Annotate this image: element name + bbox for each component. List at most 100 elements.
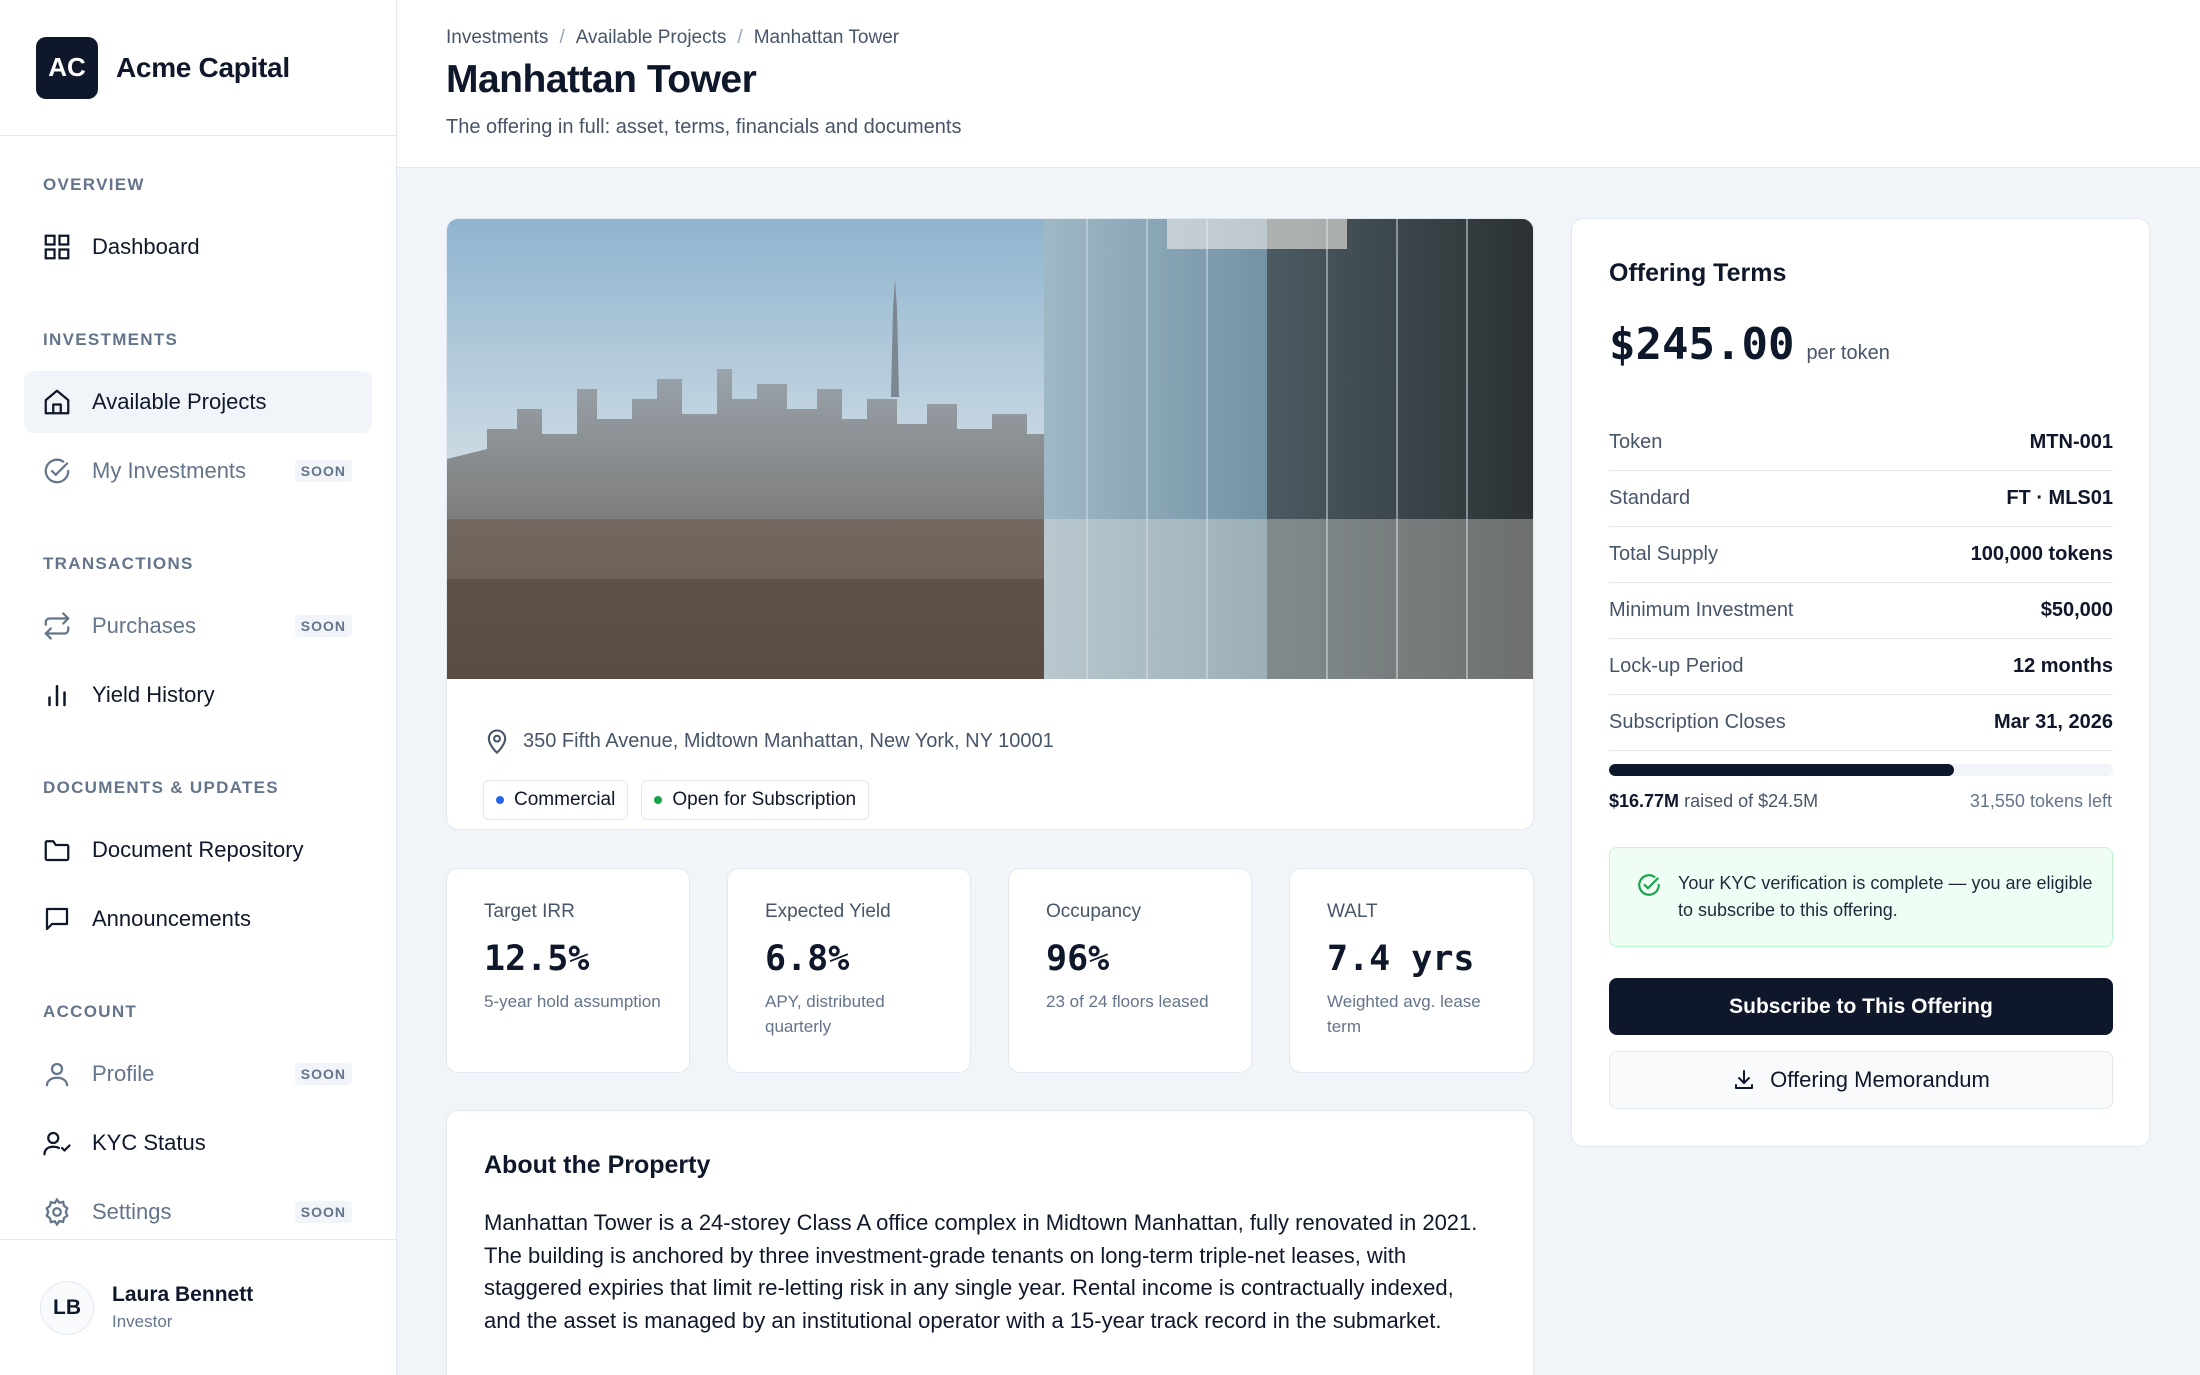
user-name: Laura Bennett bbox=[112, 1283, 254, 1306]
kyc-status-alert: Your KYC verification is complete — you … bbox=[1609, 847, 2113, 947]
token-price: $245.00 per token bbox=[1609, 319, 1890, 370]
brand-logo: AC bbox=[36, 36, 98, 99]
terms-value: FT · MLS01 bbox=[2006, 487, 2113, 509]
offering-terms-title: Offering Terms bbox=[1609, 259, 1787, 287]
sidebar-item-label: Settings bbox=[92, 1199, 172, 1224]
terms-key: Subscription Closes bbox=[1609, 711, 1786, 733]
user-info: Laura Bennett Investor bbox=[112, 1283, 253, 1332]
check-circle-icon bbox=[44, 458, 70, 484]
sidebar-item-label: Profile bbox=[92, 1061, 155, 1086]
raised-value: $16.77M bbox=[1609, 791, 1680, 811]
kyc-message: Your KYC verification is complete — you … bbox=[1678, 873, 2093, 920]
terms-row-lockup-period: Lock-up Period 12 months bbox=[1609, 639, 2113, 695]
sidebar-item-available-projects[interactable]: Available Projects bbox=[24, 371, 372, 433]
property-address: 350 Fifth Avenue, Midtown Manhattan, New… bbox=[483, 727, 1054, 755]
breadcrumb-separator: / bbox=[559, 27, 565, 48]
terms-list: Token MTN-001 Standard FT · MLS01 Total Su… bbox=[1609, 415, 2113, 751]
sidebar-item-document-repository[interactable]: Document Repository bbox=[24, 819, 372, 881]
terms-row-standard: Standard FT · MLS01 bbox=[1609, 471, 2113, 527]
brand-name: Acme Capital bbox=[116, 51, 290, 83]
sidebar-item-purchases[interactable]: Purchases SOON bbox=[24, 595, 372, 657]
user-check-icon bbox=[43, 1131, 71, 1156]
raise-progress-fill bbox=[1609, 764, 1954, 776]
metric-card-walt: WALT 7.4 yrs Weighted avg. lease term bbox=[1289, 868, 1534, 1073]
sidebar-item-yield-history[interactable]: Yield History bbox=[24, 664, 372, 726]
property-hero-card: 350 Fifth Avenue, Midtown Manhattan, New… bbox=[446, 218, 1534, 830]
page-subtitle: The offering in full: asset, terms, fina… bbox=[446, 116, 962, 138]
soon-badge: SOON bbox=[294, 1201, 352, 1223]
sidebar-item-label: Announcements bbox=[92, 906, 251, 931]
metric-value: 7.4 yrs bbox=[1327, 939, 1475, 979]
sidebar-item-kyc-status[interactable]: KYC Status bbox=[24, 1112, 372, 1174]
gear-icon bbox=[45, 1197, 69, 1227]
map-pin-icon bbox=[487, 729, 507, 755]
metric-note: Weighted avg. lease term bbox=[1327, 992, 1481, 1036]
sidebar-item-profile[interactable]: Profile SOON bbox=[24, 1043, 372, 1105]
metric-label: Expected Yield bbox=[765, 901, 891, 922]
metric-card-expected-yield: Expected Yield 6.8% APY, distributed qua… bbox=[727, 868, 971, 1073]
about-text: Manhattan Tower is a 24-storey Class A o… bbox=[484, 1210, 1478, 1333]
price-unit: per token bbox=[1806, 342, 1890, 364]
raised-suffix: raised of $24.5M bbox=[1684, 791, 1819, 811]
sidebar-item-label: Yield History bbox=[92, 682, 215, 707]
metric-label: WALT bbox=[1327, 901, 1378, 922]
sidebar-item-label: Document Repository bbox=[92, 837, 304, 862]
address-text: 350 Fifth Avenue, Midtown Manhattan, New… bbox=[523, 729, 1054, 752]
terms-value: MTN-001 bbox=[2029, 431, 2113, 453]
metric-note: 23 of 24 floors leased bbox=[1046, 992, 1209, 1011]
check-circle-icon bbox=[1638, 874, 1660, 896]
terms-key: Minimum Investment bbox=[1609, 599, 1794, 621]
metric-label: Target IRR bbox=[484, 901, 575, 922]
brand[interactable]: AC Acme Capital bbox=[0, 0, 396, 136]
terms-key: Lock-up Period bbox=[1609, 655, 1744, 677]
property-tags: Commercial Open for Subscription bbox=[483, 780, 870, 820]
offering-memorandum-button[interactable]: Offering Memorandum bbox=[1609, 1051, 2113, 1109]
tag-commercial: Commercial bbox=[483, 780, 629, 820]
terms-key: Total Supply bbox=[1609, 543, 1718, 565]
breadcrumb-investments[interactable]: Investments bbox=[446, 27, 548, 49]
breadcrumb-available-projects[interactable]: Available Projects bbox=[576, 27, 727, 49]
metric-value: 6.8% bbox=[765, 939, 850, 979]
tag-label: Commercial bbox=[514, 789, 616, 810]
sidebar-item-dashboard[interactable]: Dashboard bbox=[24, 216, 372, 278]
repeat-icon bbox=[44, 612, 70, 640]
about-title: About the Property bbox=[484, 1151, 711, 1179]
terms-value: 100,000 tokens bbox=[1970, 543, 2113, 565]
grid-icon bbox=[44, 234, 70, 260]
nav-section-account: ACCOUNT bbox=[43, 1002, 138, 1021]
nav-section-transactions: TRANSACTIONS bbox=[43, 554, 194, 573]
breadcrumb-separator: / bbox=[737, 27, 743, 48]
user-role: Investor bbox=[112, 1312, 173, 1331]
sidebar-item-label: Available Projects bbox=[92, 389, 267, 414]
bar-chart-icon bbox=[48, 685, 66, 707]
sidebar-item-my-investments[interactable]: My Investments SOON bbox=[24, 440, 372, 502]
subscribe-button[interactable]: Subscribe to This Offering bbox=[1609, 978, 2113, 1035]
metric-value: 96% bbox=[1046, 939, 1110, 979]
sidebar: AC Acme Capital OVERVIEW Dashboard INVES… bbox=[0, 0, 397, 1375]
page-header: Investments / Available Projects / Manha… bbox=[397, 0, 2200, 168]
sidebar-item-label: My Investments bbox=[92, 458, 247, 483]
terms-value: $50,000 bbox=[2040, 599, 2113, 621]
user-icon bbox=[45, 1062, 69, 1087]
page-title: Manhattan Tower bbox=[446, 58, 757, 101]
metric-card-occupancy: Occupancy 96% 23 of 24 floors leased bbox=[1008, 868, 1252, 1073]
soon-badge: SOON bbox=[294, 1063, 352, 1085]
terms-key: Token bbox=[1609, 431, 1663, 453]
home-icon bbox=[44, 389, 70, 415]
metric-note: APY, distributed quarterly bbox=[765, 992, 885, 1036]
sidebar-item-settings[interactable]: Settings SOON bbox=[24, 1181, 372, 1243]
about-property-card: About the Property Manhattan Tower is a … bbox=[446, 1110, 1534, 1375]
metric-value: 12.5% bbox=[484, 939, 590, 979]
soon-badge: SOON bbox=[294, 615, 352, 637]
tag-open-for-subscription: Open for Subscription bbox=[641, 780, 870, 820]
sidebar-item-label: Dashboard bbox=[92, 234, 200, 259]
price-value: $245.00 bbox=[1609, 319, 1795, 370]
user-menu[interactable]: LB Laura Bennett Investor bbox=[0, 1239, 396, 1375]
sidebar-item-announcements[interactable]: Announcements bbox=[24, 888, 372, 950]
raised-amount: $16.77M raised of $24.5M bbox=[1609, 791, 1818, 812]
breadcrumb-current: Manhattan Tower bbox=[753, 27, 900, 48]
memorandum-label: Offering Memorandum bbox=[1770, 1067, 1990, 1092]
download-icon bbox=[1735, 1070, 1754, 1089]
tokens-left: 31,550 tokens left bbox=[1969, 791, 2112, 811]
property-photo bbox=[447, 219, 1533, 679]
